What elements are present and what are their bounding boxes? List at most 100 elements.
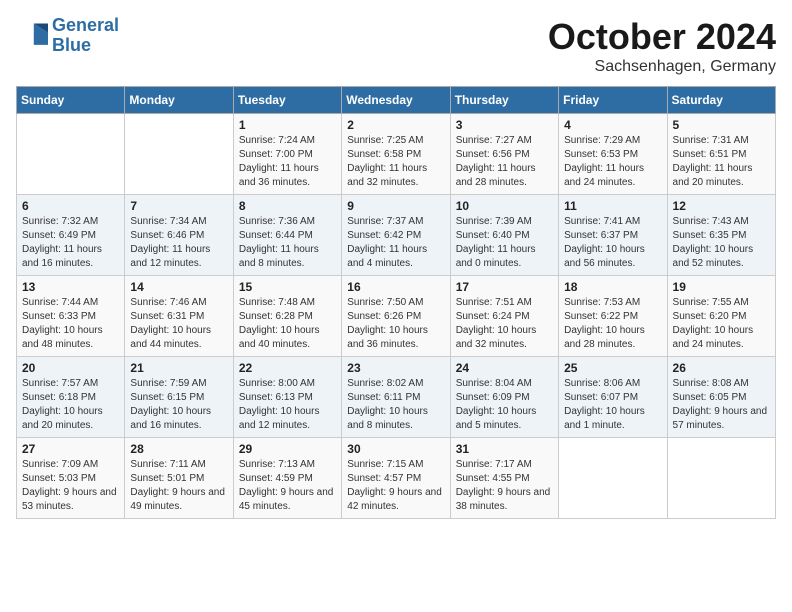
- day-info: Sunrise: 8:06 AMSunset: 6:07 PMDaylight:…: [564, 377, 661, 433]
- calendar-cell: 5 Sunrise: 7:31 AMSunset: 6:51 PMDaylight…: [667, 114, 775, 195]
- calendar-cell: 7Sunrise: 7:34 AMSunset: 6:46 PMDaylight…: [125, 195, 233, 276]
- day-info: Sunrise: 7:09 AMSunset: 5:03 PMDaylight:…: [22, 458, 119, 514]
- calendar-cell: 21 Sunrise: 7:59 AMSunset: 6:15 PMDayligh…: [125, 357, 233, 438]
- header-day: Saturday: [667, 87, 775, 114]
- day-number: 16: [347, 280, 444, 294]
- calendar-week-row: 20 Sunrise: 7:57 AMSunset: 6:18 PMDayligh…: [17, 357, 776, 438]
- day-info: Sunrise: 7:53 AMSunset: 6:22 PMDaylight:…: [564, 296, 661, 352]
- calendar-cell: 20 Sunrise: 7:57 AMSunset: 6:18 PMDayligh…: [17, 357, 125, 438]
- day-number: 13: [22, 280, 119, 294]
- day-number: 25: [564, 361, 661, 375]
- header-day: Sunday: [17, 87, 125, 114]
- header-row: SundayMondayTuesdayWednesdayThursdayFrid…: [17, 87, 776, 114]
- calendar-cell: 14 Sunrise: 7:46 AMSunset: 6:31 PMDayligh…: [125, 276, 233, 357]
- day-number: 31: [456, 442, 553, 456]
- header-day: Friday: [559, 87, 667, 114]
- day-info: Sunrise: 7:24 AMSunset: 7:00 PMDaylight:…: [239, 134, 336, 190]
- day-number: 14: [130, 280, 227, 294]
- day-number: 9: [347, 199, 444, 213]
- day-number: 20: [22, 361, 119, 375]
- day-info: Sunrise: 8:08 AMSunset: 6:05 PMDaylight:…: [673, 377, 770, 433]
- day-info: Sunrise: 7:31 AMSunset: 6:51 PMDaylight:…: [673, 134, 770, 190]
- header-day: Tuesday: [233, 87, 341, 114]
- day-number: 6: [22, 199, 119, 213]
- logo-text: General Blue: [52, 16, 119, 56]
- day-info: Sunrise: 7:51 AMSunset: 6:24 PMDaylight:…: [456, 296, 553, 352]
- day-info: Sunrise: 7:13 AMSunset: 4:59 PMDaylight:…: [239, 458, 336, 514]
- title-block: October 2024 Sachsenhagen, Germany: [548, 16, 776, 76]
- calendar-cell: 2Sunrise: 7:25 AMSunset: 6:58 PMDaylight…: [342, 114, 450, 195]
- calendar-cell: [559, 438, 667, 519]
- header-day: Thursday: [450, 87, 558, 114]
- day-number: 21: [130, 361, 227, 375]
- day-number: 18: [564, 280, 661, 294]
- calendar-cell: 11Sunrise: 7:41 AMSunset: 6:37 PMDayligh…: [559, 195, 667, 276]
- calendar-cell: 24Sunrise: 8:04 AMSunset: 6:09 PMDayligh…: [450, 357, 558, 438]
- day-info: Sunrise: 7:43 AMSunset: 6:35 PMDaylight:…: [673, 215, 770, 271]
- day-info: Sunrise: 7:11 AMSunset: 5:01 PMDaylight:…: [130, 458, 227, 514]
- calendar-cell: 17Sunrise: 7:51 AMSunset: 6:24 PMDayligh…: [450, 276, 558, 357]
- day-number: 5: [673, 118, 770, 132]
- calendar-cell: 23 Sunrise: 8:02 AMSunset: 6:11 PMDayligh…: [342, 357, 450, 438]
- day-info: Sunrise: 8:00 AMSunset: 6:13 PMDaylight:…: [239, 377, 336, 433]
- logo-line1: General: [52, 15, 119, 35]
- month-title: October 2024: [548, 16, 776, 58]
- calendar-cell: 19Sunrise: 7:55 AMSunset: 6:20 PMDayligh…: [667, 276, 775, 357]
- day-info: Sunrise: 7:39 AMSunset: 6:40 PMDaylight:…: [456, 215, 553, 271]
- day-info: Sunrise: 7:48 AMSunset: 6:28 PMDaylight:…: [239, 296, 336, 352]
- calendar-cell: 16 Sunrise: 7:50 AMSunset: 6:26 PMDayligh…: [342, 276, 450, 357]
- day-info: Sunrise: 8:02 AMSunset: 6:11 PMDaylight:…: [347, 377, 444, 433]
- day-number: 8: [239, 199, 336, 213]
- day-number: 3: [456, 118, 553, 132]
- calendar-week-row: 1Sunrise: 7:24 AMSunset: 7:00 PMDaylight…: [17, 114, 776, 195]
- logo-line2: Blue: [52, 35, 91, 55]
- calendar-week-row: 27 Sunrise: 7:09 AMSunset: 5:03 PMDayligh…: [17, 438, 776, 519]
- day-info: Sunrise: 7:37 AMSunset: 6:42 PMDaylight:…: [347, 215, 444, 271]
- day-number: 22: [239, 361, 336, 375]
- day-number: 15: [239, 280, 336, 294]
- calendar-cell: 1Sunrise: 7:24 AMSunset: 7:00 PMDaylight…: [233, 114, 341, 195]
- calendar-cell: 3 Sunrise: 7:27 AMSunset: 6:56 PMDaylight…: [450, 114, 558, 195]
- day-info: Sunrise: 7:27 AMSunset: 6:56 PMDaylight:…: [456, 134, 553, 190]
- logo-icon: [16, 20, 48, 52]
- calendar-cell: 28 Sunrise: 7:11 AMSunset: 5:01 PMDayligh…: [125, 438, 233, 519]
- calendar-cell: 10Sunrise: 7:39 AMSunset: 6:40 PMDayligh…: [450, 195, 558, 276]
- day-info: Sunrise: 7:29 AMSunset: 6:53 PMDaylight:…: [564, 134, 661, 190]
- logo: General Blue: [16, 16, 119, 56]
- calendar-cell: 30 Sunrise: 7:15 AMSunset: 4:57 PMDayligh…: [342, 438, 450, 519]
- day-number: 27: [22, 442, 119, 456]
- calendar-cell: 13 Sunrise: 7:44 AMSunset: 6:33 PMDayligh…: [17, 276, 125, 357]
- day-number: 19: [673, 280, 770, 294]
- location: Sachsenhagen, Germany: [548, 58, 776, 76]
- day-info: Sunrise: 7:59 AMSunset: 6:15 PMDaylight:…: [130, 377, 227, 433]
- page-header: General Blue October 2024 Sachsenhagen, …: [16, 16, 776, 76]
- calendar-cell: 15 Sunrise: 7:48 AMSunset: 6:28 PMDayligh…: [233, 276, 341, 357]
- header-day: Monday: [125, 87, 233, 114]
- day-number: 4: [564, 118, 661, 132]
- calendar-cell: 8Sunrise: 7:36 AMSunset: 6:44 PMDaylight…: [233, 195, 341, 276]
- day-info: Sunrise: 7:46 AMSunset: 6:31 PMDaylight:…: [130, 296, 227, 352]
- day-info: Sunrise: 7:32 AMSunset: 6:49 PMDaylight:…: [22, 215, 119, 271]
- day-info: Sunrise: 7:15 AMSunset: 4:57 PMDaylight:…: [347, 458, 444, 514]
- calendar-cell: 25 Sunrise: 8:06 AMSunset: 6:07 PMDayligh…: [559, 357, 667, 438]
- day-info: Sunrise: 7:57 AMSunset: 6:18 PMDaylight:…: [22, 377, 119, 433]
- day-number: 28: [130, 442, 227, 456]
- day-info: Sunrise: 7:44 AMSunset: 6:33 PMDaylight:…: [22, 296, 119, 352]
- day-info: Sunrise: 7:50 AMSunset: 6:26 PMDaylight:…: [347, 296, 444, 352]
- header-day: Wednesday: [342, 87, 450, 114]
- day-info: Sunrise: 7:41 AMSunset: 6:37 PMDaylight:…: [564, 215, 661, 271]
- calendar-week-row: 13 Sunrise: 7:44 AMSunset: 6:33 PMDayligh…: [17, 276, 776, 357]
- calendar-cell: [17, 114, 125, 195]
- calendar-cell: 18 Sunrise: 7:53 AMSunset: 6:22 PMDayligh…: [559, 276, 667, 357]
- day-info: Sunrise: 7:34 AMSunset: 6:46 PMDaylight:…: [130, 215, 227, 271]
- day-number: 26: [673, 361, 770, 375]
- calendar-cell: 6 Sunrise: 7:32 AMSunset: 6:49 PMDaylight…: [17, 195, 125, 276]
- day-number: 23: [347, 361, 444, 375]
- calendar-cell: 9 Sunrise: 7:37 AMSunset: 6:42 PMDaylight…: [342, 195, 450, 276]
- day-number: 30: [347, 442, 444, 456]
- day-number: 12: [673, 199, 770, 213]
- day-info: Sunrise: 7:25 AMSunset: 6:58 PMDaylight:…: [347, 134, 444, 190]
- day-info: Sunrise: 7:17 AMSunset: 4:55 PMDaylight:…: [456, 458, 553, 514]
- calendar-table: SundayMondayTuesdayWednesdayThursdayFrid…: [16, 86, 776, 519]
- calendar-cell: 4 Sunrise: 7:29 AMSunset: 6:53 PMDaylight…: [559, 114, 667, 195]
